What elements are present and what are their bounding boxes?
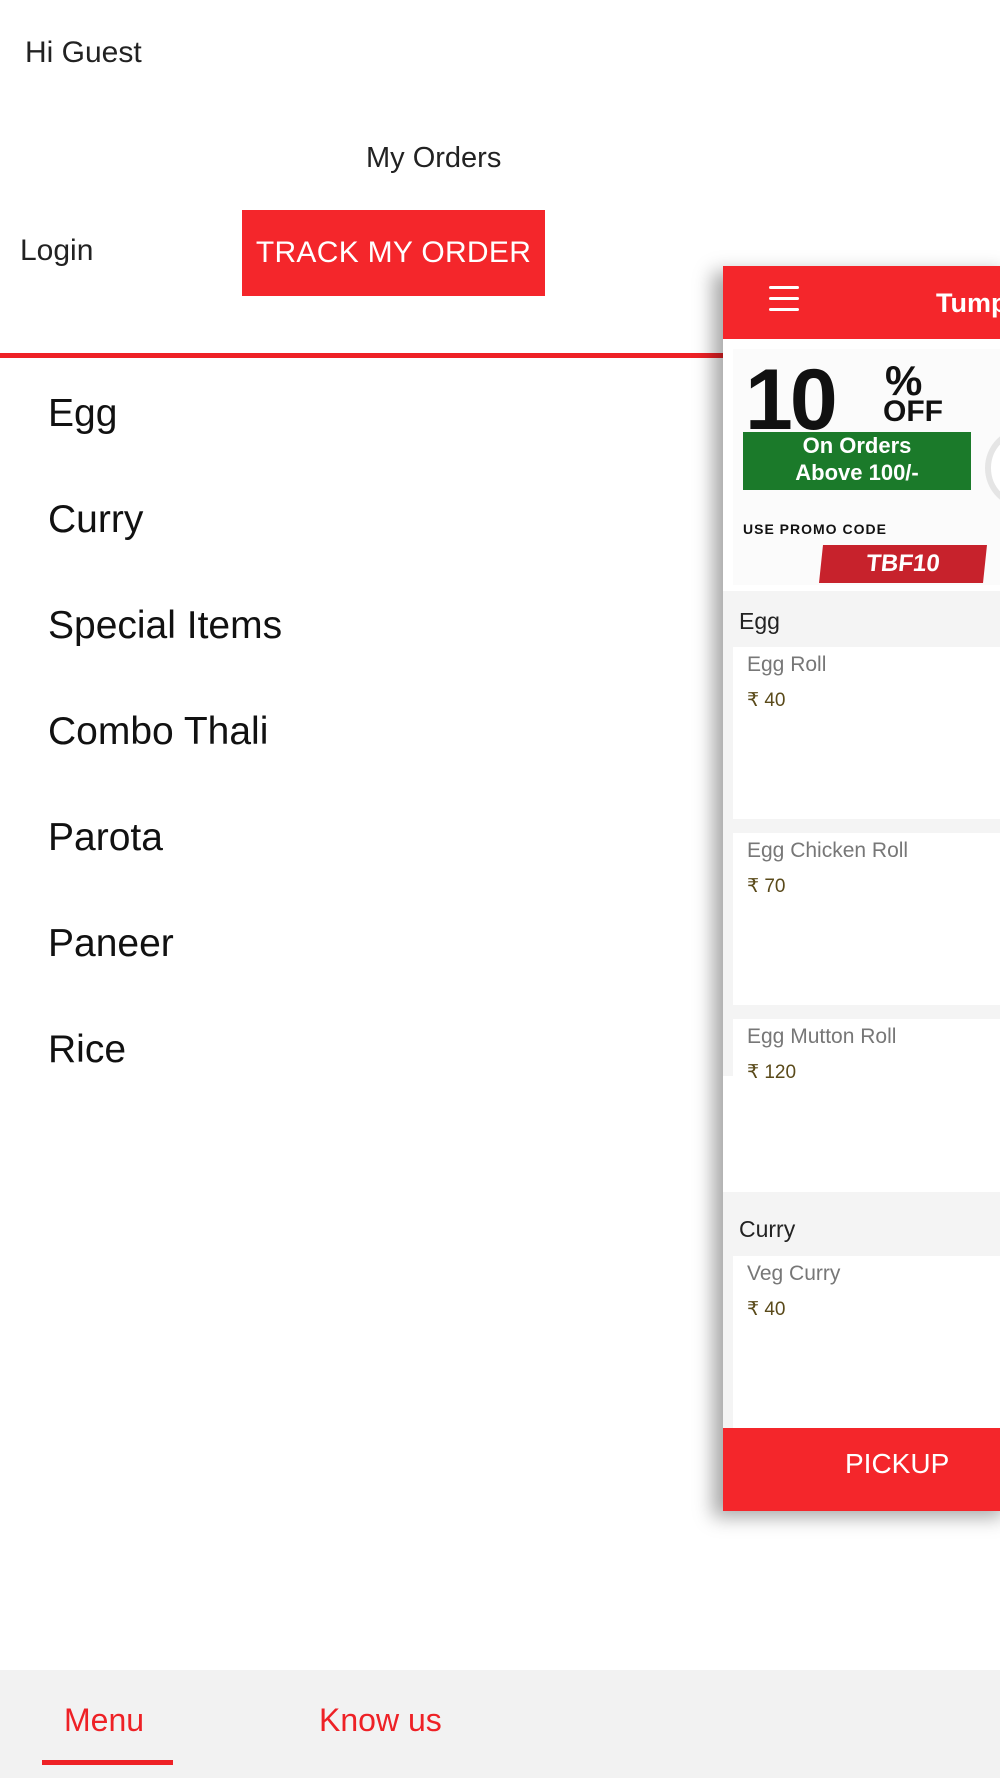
- menu-item-card[interactable]: Egg Chicken Roll ₹ 70: [733, 833, 1000, 1005]
- category-item-paneer[interactable]: Paneer: [48, 922, 174, 966]
- tab-know-us[interactable]: Know us: [319, 1702, 442, 1739]
- tab-menu[interactable]: Menu: [64, 1702, 144, 1739]
- item-name: Egg Mutton Roll: [747, 1025, 897, 1048]
- my-orders-link[interactable]: My Orders: [366, 142, 501, 175]
- menu-item-card[interactable]: Egg Mutton Roll ₹ 120: [733, 1019, 1000, 1191]
- promo-discount: 10: [745, 352, 838, 448]
- item-name: Egg Roll: [747, 653, 827, 676]
- category-item-combo-thali[interactable]: Combo Thali: [48, 710, 268, 754]
- bottom-tab-bar: Menu Know us: [0, 1670, 1000, 1778]
- item-price: ₹ 40: [747, 690, 786, 711]
- promo-plate-image: [985, 427, 1000, 509]
- item-price: ₹ 70: [747, 876, 786, 897]
- promo-condition: On Orders Above 100/-: [743, 432, 971, 490]
- tab-active-indicator: [42, 1760, 173, 1765]
- section-label-egg: Egg: [739, 608, 780, 634]
- pickup-label: PICKUP: [845, 1448, 950, 1479]
- preview-top-bar: Tump: [723, 266, 1000, 339]
- promo-line-2: Above 100/-: [795, 460, 919, 485]
- item-name: Egg Chicken Roll: [747, 839, 909, 862]
- item-price: ₹ 40: [747, 1299, 786, 1320]
- track-my-order-button[interactable]: TRACK MY ORDER: [242, 210, 545, 296]
- category-item-parota[interactable]: Parota: [48, 816, 163, 860]
- category-item-rice[interactable]: Rice: [48, 1028, 126, 1072]
- item-name: Veg Curry: [747, 1262, 841, 1285]
- login-link[interactable]: Login: [20, 234, 93, 268]
- category-item-egg[interactable]: Egg: [48, 392, 117, 436]
- menu-item-card[interactable]: Egg Roll ₹ 40: [733, 647, 1000, 819]
- pickup-button[interactable]: PICKUP: [723, 1428, 1000, 1511]
- category-item-special-items[interactable]: Special Items: [48, 604, 282, 648]
- promo-off: OFF: [883, 395, 943, 428]
- menu-item-card[interactable]: Veg Curry ₹ 40: [733, 1256, 1000, 1428]
- category-item-curry[interactable]: Curry: [48, 498, 143, 542]
- promo-code: TBF10: [819, 545, 987, 583]
- item-price: ₹ 120: [747, 1062, 797, 1083]
- section-label-curry: Curry: [739, 1216, 796, 1242]
- app-preview-panel[interactable]: Tump 10 % OFF On Orders Above 100/- USE …: [723, 266, 1000, 1511]
- header-divider: [0, 353, 725, 358]
- promo-use-code-label: USE PROMO CODE: [743, 521, 887, 537]
- promo-line-1: On Orders: [802, 433, 912, 458]
- promo-banner[interactable]: 10 % OFF On Orders Above 100/- USE PROMO…: [733, 349, 1000, 585]
- preview-title: Tump: [936, 288, 1000, 318]
- hamburger-menu-icon[interactable]: [769, 286, 799, 312]
- greeting-text: Hi Guest: [25, 36, 142, 69]
